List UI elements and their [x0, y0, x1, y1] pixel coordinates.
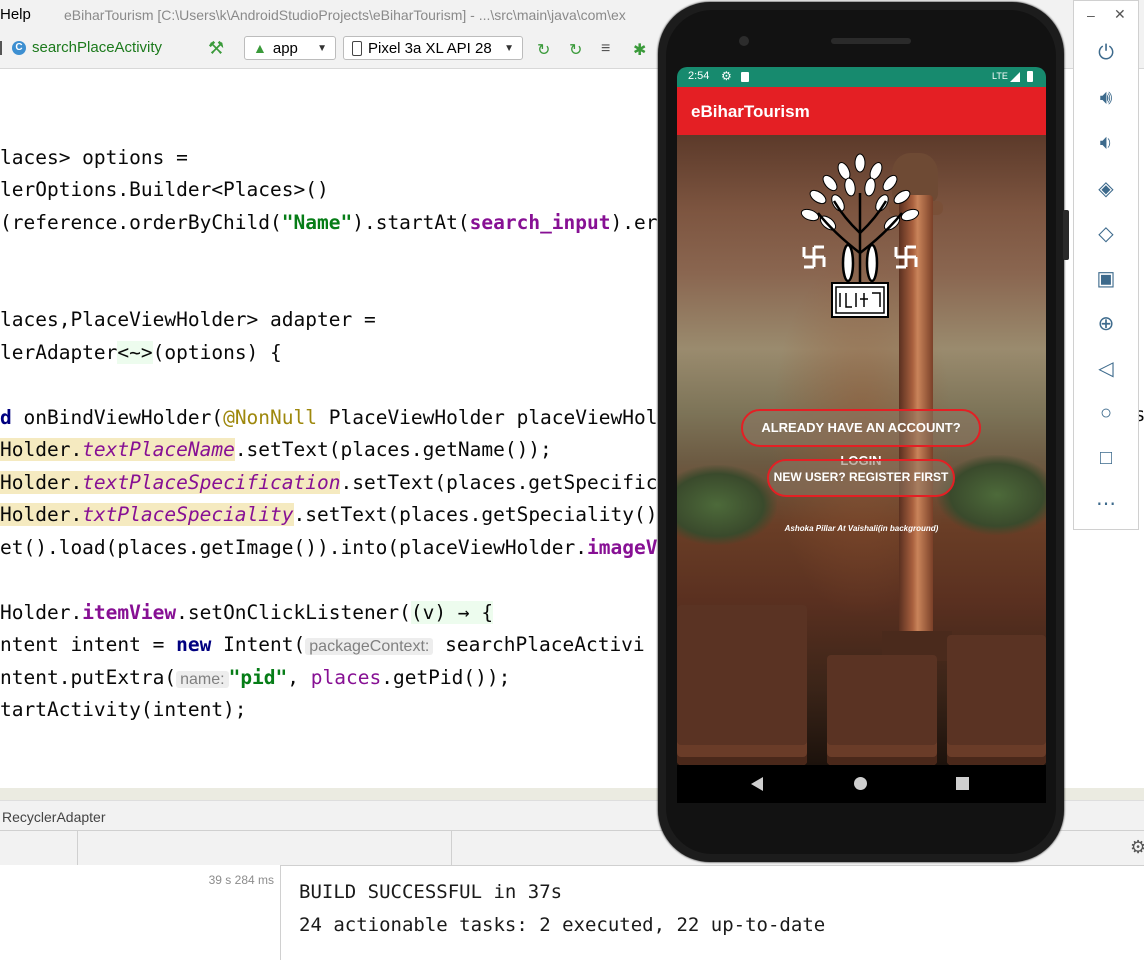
code-line-13: ntent.putExtra(name: "pid", places.getPid…: [0, 666, 511, 689]
network-type: LTE: [992, 71, 1008, 81]
more-icon[interactable]: ⋯: [1092, 489, 1120, 517]
overview-icon[interactable]: [956, 777, 969, 790]
code-line-6: d onBindViewHolder(@NonNull PlaceViewHol…: [0, 406, 658, 429]
battery-icon: [1027, 71, 1033, 82]
code-line-3: (reference.orderByChild("Name").startAt(…: [0, 211, 658, 234]
minimize-icon[interactable]: –: [1087, 7, 1095, 23]
run-config-select[interactable]: ▲ app ▼: [244, 36, 336, 60]
settings-icon: ⚙: [721, 69, 732, 83]
breadcrumb-recycler-adapter[interactable]: RecyclerAdapter: [2, 809, 106, 825]
panel-divider: [451, 831, 452, 865]
debug-icon[interactable]: ✱: [633, 40, 646, 60]
apply-changes-icon[interactable]: ↻: [537, 40, 550, 60]
emulator-controls-panel: – ✕ ⏻ 🔊︎ 🔉︎ ◈ ◇ ▣ ⊕ ◁ ○ □ ⋯: [1073, 0, 1139, 530]
android-icon: ▲: [253, 40, 267, 56]
back-icon[interactable]: [751, 777, 763, 791]
volume-down-icon[interactable]: 🔉︎: [1092, 129, 1120, 157]
zoom-icon[interactable]: ⊕: [1092, 309, 1120, 337]
run-config-label: app: [272, 39, 298, 57]
earpiece-speaker: [831, 38, 911, 44]
app-title: eBiharTourism: [691, 102, 810, 121]
phone-side-button: [1063, 210, 1069, 260]
volume-up-icon[interactable]: 🔊︎: [1092, 84, 1120, 112]
rotate-right-icon[interactable]: ◇: [1092, 219, 1120, 247]
background-image-ashoka-pillar: ALREADY HAVE AN ACCOUNT? LOGIN NEW USER?…: [677, 135, 1046, 765]
code-line-1: laces> options =: [0, 146, 188, 169]
register-button[interactable]: NEW USER? REGISTER FIRST: [767, 459, 955, 497]
build-duration: 39 s 284 ms: [208, 873, 274, 887]
sd-card-icon: [741, 72, 749, 82]
code-line-11: Holder.itemView.setOnClickListener((v) →…: [0, 601, 494, 624]
code-line-8: Holder.textPlaceSpecification.setText(pl…: [0, 471, 658, 494]
front-camera: [739, 36, 749, 46]
home-icon[interactable]: ○: [1092, 399, 1120, 427]
code-line-4: laces,PlaceViewHolder> adapter =: [0, 308, 376, 331]
signal-icon: [1010, 72, 1020, 82]
code-editor[interactable]: laces> options = lerOptions.Builder<Plac…: [0, 100, 660, 790]
class-icon: C: [12, 40, 26, 55]
build-tree[interactable]: 39 s 284 ms: [0, 865, 281, 960]
chevron-icon: [0, 40, 6, 55]
build-output-line: 24 actionable tasks: 2 executed, 22 up-t…: [299, 914, 826, 936]
chevron-down-icon: ▼: [317, 42, 327, 54]
code-line-2: lerOptions.Builder<Places>(): [0, 178, 329, 201]
current-file-label: searchPlaceActivity: [32, 39, 163, 56]
build-output-line: BUILD SUCCESSFUL in 37s: [299, 881, 563, 903]
device-label: Pixel 3a XL API 28: [368, 39, 492, 57]
code-line-10: et().load(places.getImage()).into(placeV…: [0, 536, 658, 559]
stupa-ruin: [947, 635, 1046, 765]
code-line-7: Holder.textPlaceName.setText(places.getN…: [0, 438, 552, 461]
code-line-5: lerAdapter<~>(options) {: [0, 341, 282, 364]
menu-help[interactable]: Help: [0, 6, 31, 23]
stupa-ruin: [827, 655, 937, 765]
status-time: 2:54: [688, 70, 710, 82]
phone-screen: 2:54 ⚙ LTE eBiharTourism ALREADY HAVE AN…: [677, 67, 1046, 765]
status-bar: 2:54 ⚙ LTE: [677, 67, 1046, 87]
build-hammer-icon[interactable]: ⚒: [208, 38, 224, 59]
login-button[interactable]: ALREADY HAVE AN ACCOUNT? LOGIN: [741, 409, 981, 468]
nav-breadcrumb[interactable]: C searchPlaceActivity: [0, 39, 162, 56]
stupa-ruin: [677, 605, 807, 765]
android-nav-bar: [677, 765, 1046, 803]
code-line-9: Holder.txtPlaceSpeciality.setText(places…: [0, 503, 658, 526]
app-bar: eBiharTourism: [677, 87, 1046, 135]
camera-icon[interactable]: ▣: [1092, 264, 1120, 292]
code-line-12: ntent intent = new Intent(packageContext…: [0, 633, 645, 656]
panel-divider: [77, 831, 78, 865]
tree-left: [677, 465, 777, 545]
logcat-icon[interactable]: ≡: [601, 40, 610, 58]
apply-code-changes-icon[interactable]: ↻: [569, 40, 582, 60]
bihar-emblem-logo: [800, 153, 920, 318]
tree-right: [937, 455, 1046, 535]
gear-icon[interactable]: ⚙: [1130, 837, 1144, 858]
window-title: eBiharTourism [C:\Users\k\AndroidStudioP…: [64, 7, 626, 23]
overview-icon[interactable]: □: [1092, 444, 1120, 472]
home-icon[interactable]: [854, 777, 867, 790]
rotate-left-icon[interactable]: ◈: [1092, 174, 1120, 202]
close-icon[interactable]: ✕: [1114, 6, 1126, 23]
back-icon[interactable]: ◁: [1092, 354, 1120, 382]
device-select[interactable]: Pixel 3a XL API 28 ▼: [343, 36, 523, 60]
background-caption: Ashoka Pillar At Vaishali(in background): [784, 524, 939, 533]
chevron-down-icon: ▼: [504, 42, 514, 54]
power-icon[interactable]: ⏻: [1092, 39, 1120, 67]
device-icon: [352, 40, 362, 56]
code-line-14: tartActivity(intent);: [0, 698, 247, 721]
build-output: BUILD SUCCESSFUL in 37s 24 actionable ta…: [299, 876, 825, 942]
